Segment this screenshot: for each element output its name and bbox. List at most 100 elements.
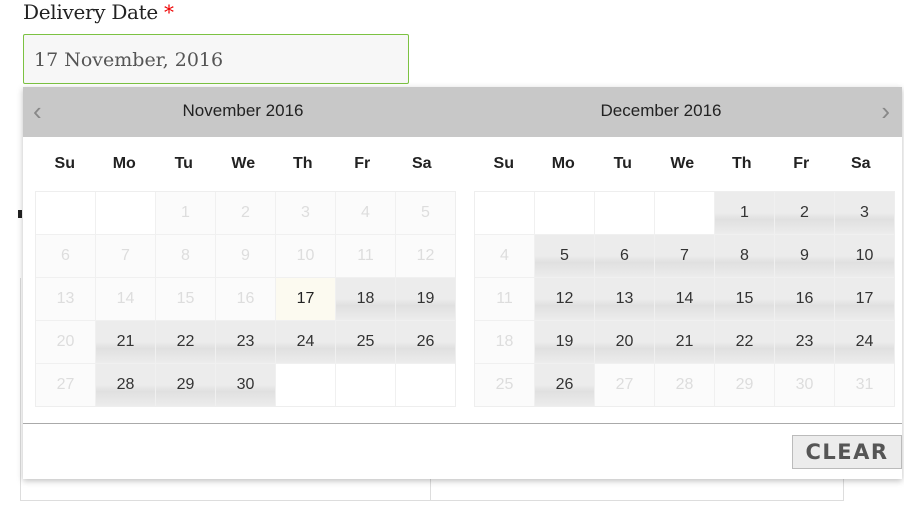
day-cell-disabled: 16 [216, 278, 275, 320]
day-cell[interactable]: 22 [715, 321, 774, 363]
day-cell-disabled: 10 [276, 235, 335, 277]
day-cell[interactable]: 2 [775, 192, 834, 234]
day-cell[interactable]: 21 [655, 321, 714, 363]
delivery-date-label: Delivery Date * [23, 0, 174, 24]
next-month-icon[interactable]: › [881, 97, 890, 125]
weekday-header: Su Mo Tu We Th Fr Sa [35, 147, 456, 181]
day-cell[interactable]: 6 [595, 235, 654, 277]
day-cell-disabled: 28 [655, 364, 714, 406]
day-grid: 1 2 3 4 5 6 7 8 9 10 11 12 13 14 15 16 17 18 19 20 21 22 23 24 2… [474, 191, 895, 407]
day-cell-disabled: 7 [96, 235, 155, 277]
delivery-date-input[interactable]: 17 November, 2016 [23, 34, 409, 84]
weekday-label: Th [731, 155, 752, 172]
weekday-label: Mo [551, 155, 575, 172]
day-cell-disabled: 18 [475, 321, 534, 363]
day-cell-disabled: 2 [216, 192, 275, 234]
day-cell-disabled: 25 [475, 364, 534, 406]
day-cell[interactable]: 20 [595, 321, 654, 363]
day-cell-disabled: 1 [156, 192, 215, 234]
day-cell[interactable]: 9 [775, 235, 834, 277]
day-cell[interactable]: 22 [156, 321, 215, 363]
day-cell[interactable]: 13 [595, 278, 654, 320]
day-cell-disabled: 15 [156, 278, 215, 320]
day-cell-disabled: 27 [595, 364, 654, 406]
day-cell[interactable]: 23 [216, 321, 275, 363]
day-cell-disabled: 6 [36, 235, 95, 277]
day-cell-empty [475, 192, 534, 234]
day-cell-empty [96, 192, 155, 234]
day-cell[interactable]: 19 [396, 278, 455, 320]
weekday-label: Tu [613, 155, 632, 172]
day-cell-empty [655, 192, 714, 234]
day-cell-disabled: 27 [36, 364, 95, 406]
day-cell[interactable]: 24 [835, 321, 894, 363]
day-cell[interactable]: 29 [156, 364, 215, 406]
weekday-label: Mo [112, 155, 136, 172]
day-cell-selected[interactable]: 17 [276, 278, 335, 320]
day-cell[interactable]: 25 [336, 321, 395, 363]
day-cell-empty [396, 364, 455, 406]
required-asterisk: * [164, 0, 174, 24]
datepicker-header: ‹ November 2016 December 2016 › [23, 87, 902, 137]
weekday-label: Su [493, 155, 514, 172]
weekday-label: Tu [174, 155, 193, 172]
day-cell-empty [535, 192, 594, 234]
day-cell[interactable]: 18 [336, 278, 395, 320]
day-cell[interactable]: 14 [655, 278, 714, 320]
day-cell[interactable]: 23 [775, 321, 834, 363]
month-november: Su Mo Tu We Th Fr Sa 1 2 3 4 5 6 7 8 9 10 11 12 13 14 15 16 17 1… [35, 147, 456, 407]
weekday-label: Su [54, 155, 75, 172]
weekday-header: Su Mo Tu We Th Fr Sa [474, 147, 895, 181]
day-cell-disabled: 20 [36, 321, 95, 363]
day-cell[interactable]: 26 [535, 364, 594, 406]
day-cell-disabled: 4 [475, 235, 534, 277]
day-cell[interactable]: 12 [535, 278, 594, 320]
weekday-label: Fr [354, 155, 371, 172]
day-cell-empty [595, 192, 654, 234]
day-cell[interactable]: 24 [276, 321, 335, 363]
day-cell-disabled: 8 [156, 235, 215, 277]
day-cell[interactable]: 19 [535, 321, 594, 363]
day-cell-disabled: 11 [336, 235, 395, 277]
day-cell[interactable]: 26 [396, 321, 455, 363]
day-cell-disabled: 29 [715, 364, 774, 406]
clear-button[interactable]: CLEAR [792, 435, 902, 469]
day-cell[interactable]: 8 [715, 235, 774, 277]
weekday-label: Th [292, 155, 313, 172]
day-cell-disabled: 31 [835, 364, 894, 406]
day-cell[interactable]: 10 [835, 235, 894, 277]
day-cell-disabled: 9 [216, 235, 275, 277]
day-cell[interactable]: 3 [835, 192, 894, 234]
day-cell-disabled: 30 [775, 364, 834, 406]
day-cell[interactable]: 1 [715, 192, 774, 234]
day-cell-disabled: 13 [36, 278, 95, 320]
weekday-label: We [231, 155, 256, 172]
month-title-december: December 2016 [600, 101, 722, 120]
day-cell[interactable]: 15 [715, 278, 774, 320]
day-cell-empty [276, 364, 335, 406]
day-cell[interactable]: 7 [655, 235, 714, 277]
day-cell-disabled: 14 [96, 278, 155, 320]
day-cell[interactable]: 30 [216, 364, 275, 406]
datepicker-popup: ‹ November 2016 December 2016 › Su Mo Tu We… [23, 87, 902, 479]
footer-divider [23, 423, 902, 424]
label-text: Delivery Date [23, 0, 158, 24]
background-mark [18, 210, 22, 218]
day-cell-disabled: 4 [336, 192, 395, 234]
day-cell[interactable]: 21 [96, 321, 155, 363]
weekday-label: Sa [850, 155, 871, 172]
day-cell-empty [36, 192, 95, 234]
day-grid: 1 2 3 4 5 6 7 8 9 10 11 12 13 14 15 16 17 18 19 20 21 22 23 24 2… [35, 191, 456, 407]
weekday-label: We [670, 155, 695, 172]
day-cell[interactable]: 5 [535, 235, 594, 277]
day-cell-disabled: 12 [396, 235, 455, 277]
day-cell[interactable]: 28 [96, 364, 155, 406]
day-cell-disabled: 5 [396, 192, 455, 234]
day-cell[interactable]: 17 [835, 278, 894, 320]
day-cell-disabled: 11 [475, 278, 534, 320]
day-cell[interactable]: 16 [775, 278, 834, 320]
month-december: Su Mo Tu We Th Fr Sa 1 2 3 4 5 6 7 8 9 10 11 12 13 14 15 16 17 1… [474, 147, 895, 407]
weekday-label: Sa [411, 155, 432, 172]
day-cell-disabled: 3 [276, 192, 335, 234]
day-cell-empty [336, 364, 395, 406]
